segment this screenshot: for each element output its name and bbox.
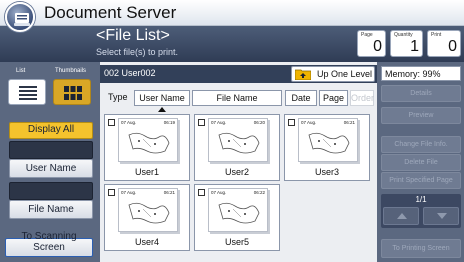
search-by-user-name-button[interactable]: User Name — [9, 159, 93, 178]
sort-type-label: Type — [108, 92, 128, 102]
map-thumbnail-icon — [218, 132, 260, 154]
file-name-label: File Name — [28, 204, 74, 215]
file-list-area: 002 User002 Up One Level Type User Name … — [100, 62, 377, 262]
display-all-label: Display All — [27, 124, 75, 135]
screen-title: <File List> — [96, 27, 170, 44]
file-date: 07 Aug. — [211, 190, 227, 195]
left-panel: List Thumbnails Display All User Name Fi… — [0, 62, 100, 262]
file-time: 06:20 — [253, 120, 265, 125]
search-by-file-name-button[interactable]: File Name — [9, 200, 93, 219]
file-tile[interactable]: 07 Aug. 06:20 User2 — [194, 114, 280, 181]
file-time: 06:21 — [163, 190, 175, 195]
checkbox[interactable] — [198, 119, 205, 126]
list-icon — [19, 86, 37, 100]
sort-file-name-button[interactable]: File Name — [192, 90, 282, 106]
change-file-info-button[interactable]: Change File Info. — [381, 136, 461, 153]
file-user-name: User1 — [134, 167, 159, 177]
current-folder: 002 User002 — [104, 68, 156, 78]
screen-subtitle: Select file(s) to print. — [96, 47, 179, 57]
folder-path-bar: 002 User002 Up One Level — [100, 65, 377, 83]
file-tile[interactable]: 07 Aug. 06:21 User3 — [284, 114, 370, 181]
sort-user-name-button[interactable]: User Name — [134, 90, 190, 106]
list-view-label: List — [16, 68, 26, 74]
sort-ascending-icon — [158, 107, 166, 112]
file-user-name: User5 — [224, 237, 249, 247]
print-specified-page-button[interactable]: Print Specified Page — [381, 172, 461, 189]
file-name-search-header — [9, 182, 93, 200]
file-date: 07 Aug. — [121, 120, 137, 125]
file-time: 06:19 — [163, 120, 175, 125]
title-bar: Document Server — [0, 0, 464, 26]
grid-icon — [64, 86, 82, 100]
thumbnail-view-button[interactable] — [53, 79, 91, 105]
arrow-down-icon — [437, 213, 447, 219]
previous-page-button[interactable] — [383, 207, 419, 225]
file-tile[interactable]: 07 Aug. 06:21 User4 — [104, 184, 190, 251]
right-panel: Memory: 99% Details Preview Change File … — [377, 62, 464, 262]
page-counter-label: Page — [361, 32, 373, 38]
file-tile[interactable]: 07 Aug. 06:19 User1 — [104, 114, 190, 181]
folder-up-icon — [295, 69, 311, 80]
file-tile[interactable]: 07 Aug. 06:22 User5 — [194, 184, 280, 251]
file-user-name: User3 — [314, 167, 339, 177]
to-printing-screen-button[interactable]: To Printing Screen — [381, 239, 461, 258]
user-name-search-header — [9, 141, 93, 159]
map-thumbnail-icon — [128, 132, 170, 154]
checkbox[interactable] — [108, 189, 115, 196]
print-counter: Print 0 — [427, 30, 461, 57]
print-counter-value: 0 — [448, 38, 457, 55]
sort-date-button[interactable]: Date — [285, 90, 317, 106]
print-counter-label: Print — [431, 32, 442, 38]
checkbox[interactable] — [288, 119, 295, 126]
memory-indicator: Memory: 99% — [381, 66, 461, 81]
document-thumbnail: 07 Aug. 06:21 — [118, 188, 178, 232]
thumbnail-view-label: Thumbnails — [55, 68, 87, 74]
document-thumbnail: 07 Aug. 06:21 — [298, 118, 358, 162]
map-thumbnail-icon — [308, 132, 350, 154]
page-navigator: 1/1 — [381, 194, 461, 228]
document-thumbnail: 07 Aug. 06:22 — [208, 188, 268, 232]
file-user-name: User2 — [224, 167, 249, 177]
file-time: 06:22 — [253, 190, 265, 195]
page-counter-value: 0 — [373, 38, 382, 55]
file-date: 07 Aug. — [211, 120, 227, 125]
screen-header: <File List> Select file(s) to print. Pag… — [0, 26, 464, 62]
quantity-counter-value: 1 — [410, 38, 419, 55]
up-one-level-label: Up One Level — [317, 69, 373, 79]
page-counter: Page 0 — [357, 30, 386, 57]
map-thumbnail-icon — [218, 202, 260, 224]
preview-button[interactable]: Preview — [381, 107, 461, 124]
file-user-name: User4 — [134, 237, 159, 247]
up-one-level-button[interactable]: Up One Level — [291, 66, 375, 82]
file-date: 07 Aug. — [301, 120, 317, 125]
map-thumbnail-icon — [128, 202, 170, 224]
delete-file-button[interactable]: Delete File — [381, 154, 461, 171]
file-date: 07 Aug. — [121, 190, 137, 195]
sort-page-button[interactable]: Page — [319, 90, 348, 106]
checkbox[interactable] — [198, 189, 205, 196]
display-all-button[interactable]: Display All — [9, 122, 93, 139]
document-thumbnail: 07 Aug. 06:20 — [208, 118, 268, 162]
list-view-button[interactable] — [8, 79, 46, 105]
to-scanning-screen-label: To Scanning Screen — [21, 231, 77, 253]
page-indicator: 1/1 — [415, 195, 427, 204]
quantity-counter: Quantity 1 — [390, 30, 423, 57]
file-time: 06:21 — [343, 120, 355, 125]
document-thumbnail: 07 Aug. 06:19 — [118, 118, 178, 162]
document-server-icon — [5, 2, 35, 32]
to-scanning-screen-button[interactable]: To Scanning Screen — [5, 231, 93, 257]
sort-order-button[interactable]: Order — [350, 90, 374, 106]
user-name-label: User Name — [25, 163, 77, 174]
view-mode-tabs: List Thumbnails — [8, 68, 94, 108]
arrow-up-icon — [397, 213, 407, 219]
checkbox[interactable] — [108, 119, 115, 126]
details-button[interactable]: Details — [381, 85, 461, 102]
app-title: Document Server — [44, 3, 177, 22]
next-page-button[interactable] — [423, 207, 459, 225]
